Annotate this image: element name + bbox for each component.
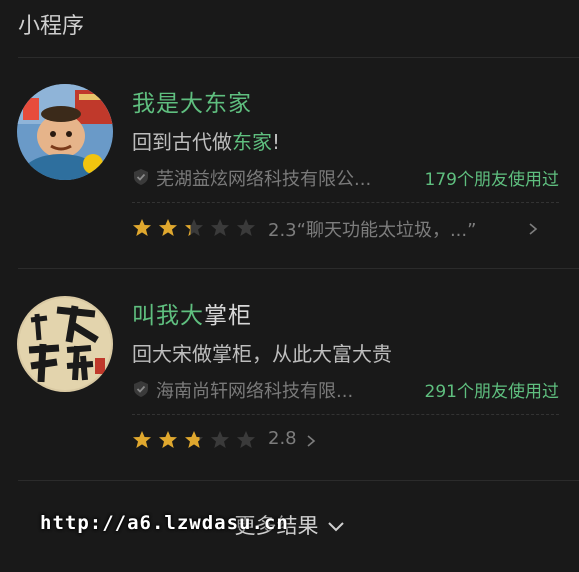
chevron-down-icon	[327, 522, 344, 532]
item-divider	[18, 480, 579, 481]
star-icon	[185, 431, 203, 448]
star-rating	[132, 218, 256, 238]
title-rest: 掌柜	[204, 303, 252, 329]
rating-score: 2.8	[268, 428, 297, 449]
star-icon	[133, 219, 151, 236]
game-avatar-calligraphy-icon[interactable]	[17, 296, 113, 392]
desc-text: 回大宋做掌柜，从此大富大贵	[132, 342, 392, 366]
star-icon	[237, 431, 255, 448]
result-title[interactable]: 叫我大掌柜	[132, 296, 252, 330]
result-item[interactable]: 我是大东家 回到古代做东家! 芜湖益炫网络科技有限公... 179个朋友使用过 …	[0, 58, 579, 268]
verified-shield-icon	[134, 169, 148, 185]
result-title[interactable]: 我是大东家	[132, 84, 252, 118]
star-rating	[132, 430, 256, 450]
desc-highlight: 东家	[232, 130, 272, 154]
star-icon	[159, 219, 177, 236]
star-icon	[133, 431, 151, 448]
result-item[interactable]: 叫我大掌柜 回大宋做掌柜，从此大富大贵 海南尚轩网络科技有限... 291个朋友…	[0, 270, 579, 480]
chevron-right-icon	[529, 223, 538, 235]
desc-text: 回到古代做	[132, 130, 232, 154]
company-row: 芜湖益炫网络科技有限公... 179个朋友使用过	[132, 164, 559, 190]
star-icon	[211, 219, 229, 236]
dashed-divider	[132, 202, 559, 203]
result-description: 回到古代做东家!	[132, 126, 280, 155]
company-name: 海南尚轩网络科技有限...	[156, 381, 354, 402]
section-title: 小程序	[18, 14, 85, 39]
star-icon	[237, 219, 255, 236]
company-name: 芜湖益炫网络科技有限公...	[156, 169, 372, 190]
dashed-divider	[132, 414, 559, 415]
star-icon	[185, 219, 203, 236]
rating-row[interactable]: 2.8	[132, 428, 559, 454]
title-highlight: 我是大东家	[132, 91, 252, 117]
friends-used-count: 291个朋友使用过	[424, 382, 559, 402]
rating-review-text: 2.3“聊天功能太垃圾，...”	[268, 220, 477, 241]
watermark-url: http://a6.lzwdasu.cn	[40, 512, 289, 534]
friends-used-count: 179个朋友使用过	[424, 170, 559, 190]
chevron-right-icon	[307, 435, 316, 447]
game-avatar-merchant-icon[interactable]	[17, 84, 113, 180]
rating-row[interactable]: 2.3“聊天功能太垃圾，...”	[132, 216, 559, 242]
item-divider	[18, 268, 579, 269]
desc-tail: !	[272, 130, 281, 154]
star-icon	[211, 431, 229, 448]
title-highlight: 叫我大	[132, 303, 204, 329]
result-description: 回大宋做掌柜，从此大富大贵	[132, 338, 392, 367]
star-icon	[159, 431, 177, 448]
company-row: 海南尚轩网络科技有限... 291个朋友使用过	[132, 376, 559, 402]
verified-shield-icon	[134, 381, 148, 397]
